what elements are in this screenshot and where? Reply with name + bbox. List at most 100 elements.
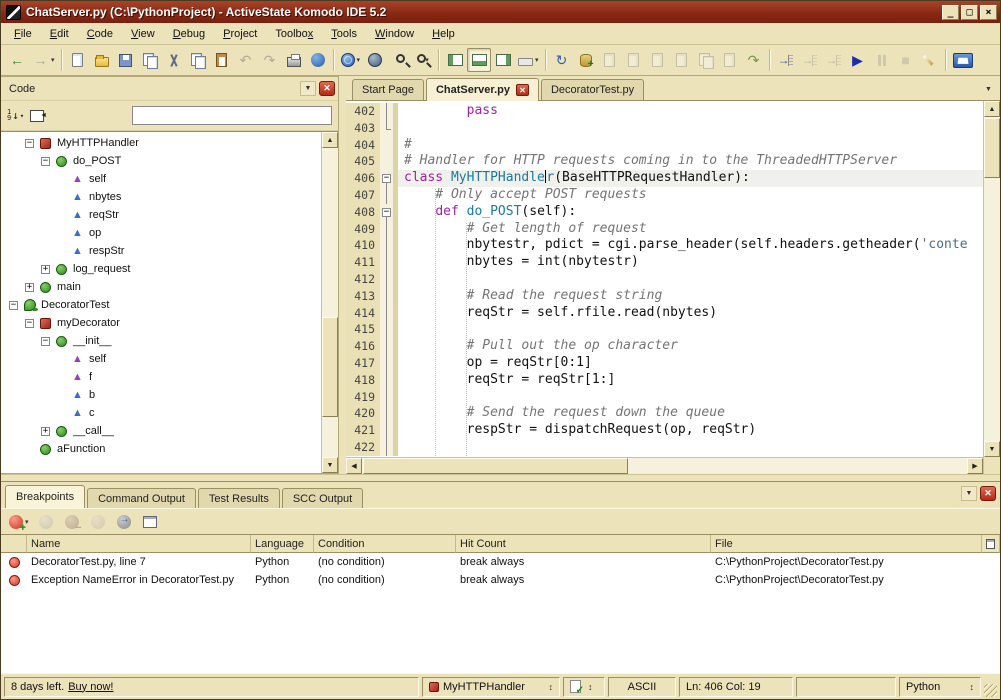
tree-item-op[interactable]: ▲op <box>1 224 321 242</box>
menu-project[interactable]: Project <box>214 25 266 43</box>
line-number[interactable]: 407 <box>346 187 380 204</box>
column-header-file[interactable]: File <box>711 535 982 553</box>
buy-now-link[interactable]: Buy now! <box>68 681 113 693</box>
menu-toolbox[interactable]: Toolbox <box>266 25 322 43</box>
line-number[interactable]: 418 <box>346 372 380 389</box>
language-selector[interactable]: Python ↕ <box>899 677 981 697</box>
line-number[interactable]: 409 <box>346 221 380 238</box>
tree-item-do_post[interactable]: −do_POST <box>1 152 321 170</box>
help-button[interactable] <box>306 48 330 72</box>
code-line-413[interactable]: 413 # Read the request string <box>346 288 983 305</box>
expand-icon[interactable]: + <box>41 265 50 274</box>
tab-breakpoints[interactable]: Breakpoints <box>5 485 85 508</box>
line-number[interactable]: 413 <box>346 288 380 305</box>
code-line-404[interactable]: 404# <box>346 137 983 154</box>
line-number[interactable]: 415 <box>346 321 380 338</box>
line-number[interactable]: 419 <box>346 389 380 406</box>
line-number[interactable]: 421 <box>346 422 380 439</box>
scroll-down-icon[interactable]: ▼ <box>322 457 338 473</box>
tab-chatserver-py[interactable]: ChatServer.py✕ <box>426 78 539 101</box>
breakpoint-properties-button[interactable] <box>138 510 162 534</box>
redo-button[interactable]: ↷ <box>258 48 282 72</box>
breakpoint-row[interactable]: DecoratorTest.py, line 7Python(no condit… <box>1 553 1000 571</box>
code-line-419[interactable]: 419 <box>346 389 983 406</box>
code-editor[interactable]: 402 pass403404#405# Handler for HTTP req… <box>346 101 983 474</box>
line-number[interactable]: 410 <box>346 237 380 254</box>
maximize-icon[interactable]: □ <box>961 5 978 20</box>
forward-button[interactable]: →▾ <box>29 48 58 72</box>
back-button[interactable]: ← <box>5 48 29 72</box>
code-line-402[interactable]: 402 pass <box>346 103 983 120</box>
tab-scc-output[interactable]: SCC Output <box>282 488 363 508</box>
column-header-hit-count[interactable]: Hit Count <box>456 535 711 553</box>
paste-button[interactable] <box>210 48 234 72</box>
line-number[interactable]: 402 <box>346 103 380 120</box>
scc-update-button[interactable]: ↻ <box>550 48 574 72</box>
scc-add-button[interactable] <box>574 48 598 72</box>
code-line-414[interactable]: 414 reqStr = self.rfile.read(nbytes) <box>346 305 983 322</box>
column-picker-icon[interactable] <box>982 535 1000 553</box>
menu-edit[interactable]: Edit <box>41 25 78 43</box>
code-line-406[interactable]: 406−class MyHTTPHandler(BaseHTTPRequestH… <box>346 170 983 187</box>
column-header-name[interactable]: Name <box>27 535 251 553</box>
step-into-button[interactable] <box>774 48 798 72</box>
find-in-files-button[interactable]: ▾ <box>411 48 435 72</box>
line-number[interactable]: 408 <box>346 204 380 221</box>
tree-item-reqstr[interactable]: ▲reqStr <box>1 206 321 224</box>
tab-close-icon[interactable]: ✕ <box>516 84 529 96</box>
tree-item-f[interactable]: ▲f <box>1 368 321 386</box>
expand-icon[interactable]: + <box>25 283 34 292</box>
horizontal-splitter[interactable] <box>1 474 1000 481</box>
line-number[interactable]: 412 <box>346 271 380 288</box>
tree-item-respstr[interactable]: ▲respStr <box>1 242 321 260</box>
editor-vscrollbar[interactable]: ▲ ▼ <box>983 101 1000 457</box>
menu-file[interactable]: File <box>5 25 41 43</box>
scroll-up-icon[interactable]: ▲ <box>322 132 338 148</box>
editor-vscroll-thumb[interactable] <box>984 118 1000 178</box>
dropdown-arrow-icon[interactable]: ▾ <box>535 56 539 64</box>
tab-command-output[interactable]: Command Output <box>87 488 196 508</box>
find-button[interactable] <box>387 48 411 72</box>
save-all-button[interactable] <box>138 48 162 72</box>
code-line-405[interactable]: 405# Handler for HTTP requests coming in… <box>346 153 983 170</box>
minimize-icon[interactable]: _ <box>942 5 959 20</box>
line-number[interactable]: 411 <box>346 254 380 271</box>
column-header-condition[interactable]: Condition <box>314 535 456 553</box>
dropdown-arrow-icon[interactable]: ▾ <box>51 56 55 64</box>
scc-commit-button[interactable]: ↷ <box>742 48 766 72</box>
macro-record-button[interactable] <box>918 48 942 72</box>
menu-view[interactable]: View <box>122 25 164 43</box>
code-line-410[interactable]: 410 nbytestr, pdict = cgi.parse_header(s… <box>346 237 983 254</box>
scroll-down-icon[interactable]: ▼ <box>984 441 1000 457</box>
sort-order-button[interactable]: 19↓▾ <box>7 109 24 122</box>
tab-list-icon[interactable]: ▼ <box>981 82 996 96</box>
tree-item-mydecorator[interactable]: −myDecorator <box>1 314 321 332</box>
toolbox-button[interactable] <box>950 48 976 72</box>
expand-icon[interactable]: + <box>41 427 50 436</box>
code-line-415[interactable]: 415 <box>346 321 983 338</box>
collapse-icon[interactable]: − <box>9 301 18 310</box>
tree-item-nbytes[interactable]: ▲nbytes <box>1 188 321 206</box>
tree-scrollbar[interactable]: ▲ ▼ <box>321 132 338 473</box>
tree-item-self[interactable]: ▲self <box>1 350 321 368</box>
menu-window[interactable]: Window <box>366 25 423 43</box>
code-line-407[interactable]: 407 # Only accept POST requests <box>346 187 983 204</box>
tree-item-main[interactable]: +main <box>1 278 321 296</box>
code-line-403[interactable]: 403 <box>346 120 983 137</box>
collapse-icon[interactable]: − <box>25 139 34 148</box>
toggle-bottom-pane-button[interactable] <box>467 48 491 72</box>
line-number[interactable]: 420 <box>346 405 380 422</box>
line-number[interactable]: 416 <box>346 338 380 355</box>
resize-grip[interactable] <box>984 684 997 697</box>
code-line-417[interactable]: 417 op = reqStr[0:1] <box>346 355 983 372</box>
tree-item-log_request[interactable]: +log_request <box>1 260 321 278</box>
breakpoint-row[interactable]: Exception NameError in DecoratorTest.pyP… <box>1 571 1000 589</box>
tree-scroll-thumb[interactable] <box>322 317 338 417</box>
collapse-icon[interactable]: − <box>41 157 50 166</box>
line-number[interactable]: 414 <box>346 305 380 322</box>
column-header-language[interactable]: Language <box>251 535 314 553</box>
collapse-icon[interactable]: − <box>41 337 50 346</box>
scroll-right-icon[interactable]: ▶ <box>967 458 983 474</box>
column-header-icon[interactable] <box>1 535 27 553</box>
code-line-421[interactable]: 421 respStr = dispatchRequest(op, reqStr… <box>346 422 983 439</box>
